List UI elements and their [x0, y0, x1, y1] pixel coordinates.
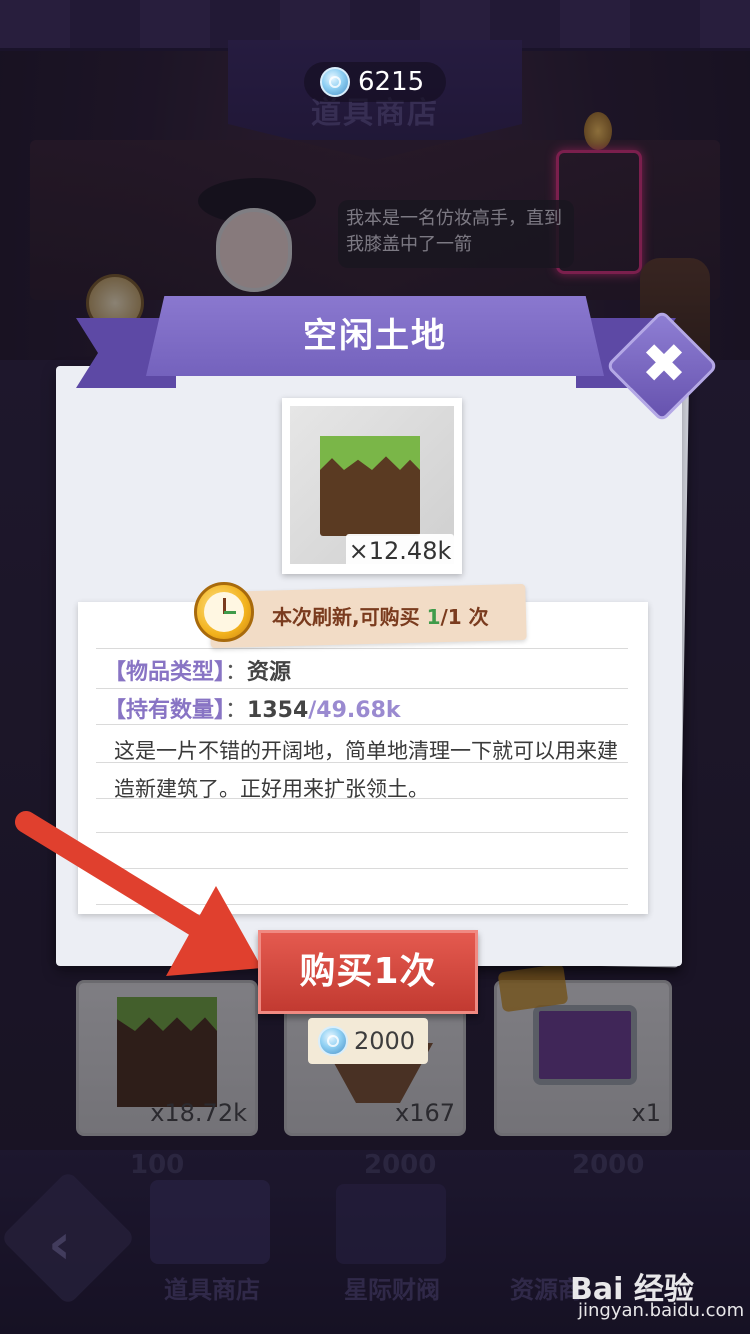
currency-value: 6215: [358, 67, 425, 97]
gem-currency-icon: [320, 67, 350, 97]
item-owned-label: 【持有数量】: [104, 698, 226, 723]
close-icon: ✖: [641, 332, 687, 395]
item-owned-row: 【持有数量】：1354/49.68k: [104, 698, 401, 723]
divider: [96, 724, 628, 725]
price-tag: 2000: [308, 1018, 428, 1064]
currency-display: 6215: [304, 62, 446, 102]
item-stack-count: ×12.48k: [346, 534, 454, 568]
price-value: 2000: [354, 1027, 416, 1055]
item-description: 这是一片不错的开阔地，简单地清理一下就可以用来建造新建筑了。正好用来扩张领土。: [114, 739, 618, 801]
item-type-label: 【物品类型】: [104, 660, 226, 685]
item-type-row: 【物品类型】：资源: [104, 660, 292, 685]
divider: [96, 688, 628, 689]
clock-hand: [224, 611, 236, 614]
buy-once-button[interactable]: 购买1次: [258, 930, 478, 1014]
gem-currency-icon: [318, 1026, 348, 1056]
dialog-title: 空闲土地: [303, 316, 447, 356]
refresh-limit-text: 本次刷新,可购买 1/1 次: [272, 605, 489, 629]
item-owned-max: /49.68k: [308, 698, 401, 723]
item-type-value: 资源: [247, 660, 292, 685]
baidu-watermark-url: jingyan.baidu.com: [578, 1300, 745, 1321]
divider: [96, 648, 628, 649]
item-owned-value: 1354: [247, 698, 309, 723]
